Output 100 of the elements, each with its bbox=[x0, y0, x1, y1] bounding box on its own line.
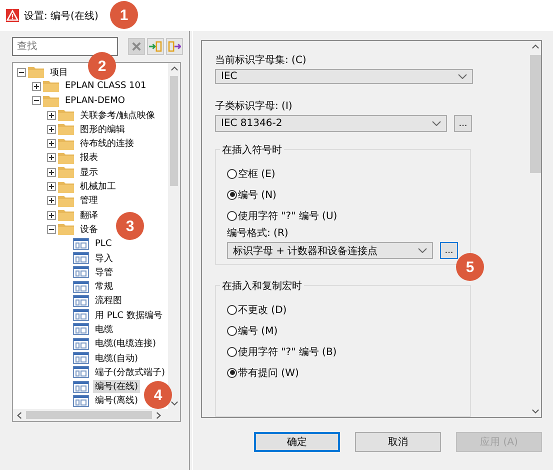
chevron-down-icon[interactable] bbox=[532, 409, 538, 414]
expander-icon[interactable] bbox=[32, 82, 41, 91]
radio-button[interactable] bbox=[227, 210, 237, 221]
export-icon bbox=[168, 40, 181, 52]
export-button[interactable] bbox=[166, 38, 183, 54]
tree-item[interactable]: EPLAN-DEMO bbox=[63, 96, 127, 106]
page-icon bbox=[73, 380, 89, 393]
folder-icon bbox=[43, 94, 59, 107]
window-title: 设置: 编号(在线) bbox=[24, 10, 98, 22]
tree-item[interactable]: 待布线的连接 bbox=[78, 137, 136, 150]
page-icon bbox=[73, 352, 89, 364]
import-button[interactable] bbox=[147, 38, 164, 54]
tree-item[interactable]: 电缆 bbox=[93, 322, 115, 336]
expander-icon[interactable] bbox=[32, 96, 41, 106]
chevron-up-icon[interactable] bbox=[532, 44, 538, 49]
tree-item[interactable]: EPLAN CLASS 101 bbox=[63, 81, 148, 92]
radio-button[interactable] bbox=[227, 326, 237, 336]
expander-icon[interactable] bbox=[47, 153, 56, 162]
radio-button[interactable] bbox=[227, 190, 237, 200]
expander-icon[interactable] bbox=[47, 139, 56, 148]
folder-icon bbox=[58, 194, 74, 207]
field-label: 编号格式: (R) bbox=[227, 228, 288, 240]
radio-button[interactable] bbox=[227, 304, 237, 315]
tree-item[interactable]: 机械加工 bbox=[78, 180, 118, 194]
letter-set-dropdown[interactable]: IEC bbox=[215, 69, 473, 84]
dialog-button[interactable]: 取消 bbox=[355, 432, 441, 452]
format-dropdown[interactable]: 标识字母 + 计数器和设备连接点 bbox=[227, 242, 433, 260]
scrollbar[interactable] bbox=[168, 63, 180, 409]
close-icon bbox=[132, 42, 141, 50]
step-badge: 5 bbox=[456, 253, 484, 281]
tree-item[interactable]: 翻译 bbox=[78, 208, 100, 222]
tree-item[interactable]: 编号(在线) bbox=[93, 380, 140, 394]
expander-icon[interactable] bbox=[47, 224, 56, 234]
clear-button[interactable] bbox=[128, 38, 145, 54]
import-icon bbox=[149, 40, 162, 52]
chevron-right-icon[interactable] bbox=[156, 412, 161, 418]
browse-button[interactable]: ... bbox=[454, 115, 472, 132]
page-icon bbox=[73, 323, 89, 336]
tree-item[interactable]: 关联参考/触点映像 bbox=[78, 108, 158, 122]
tree-item[interactable]: 图形的编辑 bbox=[78, 122, 127, 136]
expander-icon[interactable] bbox=[47, 110, 56, 120]
subclass-dropdown[interactable]: IEC 81346-2 bbox=[215, 115, 447, 132]
dialog-button[interactable]: 确定 bbox=[254, 432, 340, 452]
tree-item[interactable]: 显示 bbox=[78, 166, 100, 179]
chevron-down-icon bbox=[458, 74, 467, 80]
page-icon bbox=[73, 366, 89, 378]
chevron-down-icon bbox=[432, 121, 441, 126]
tree-item[interactable]: 设备 bbox=[78, 222, 100, 236]
tree-item[interactable]: 端子(分散式端子) bbox=[93, 366, 168, 379]
tree-item[interactable]: 项目 bbox=[48, 66, 70, 79]
tree-item[interactable]: 常规 bbox=[93, 280, 115, 294]
page-icon bbox=[73, 309, 89, 322]
expander-icon[interactable] bbox=[47, 124, 56, 134]
radio-button[interactable] bbox=[227, 168, 237, 179]
radio-button[interactable] bbox=[227, 368, 237, 378]
group-title: 在插入和复制宏时 bbox=[220, 279, 304, 294]
folder-icon bbox=[58, 166, 74, 178]
folder-icon bbox=[58, 123, 74, 136]
chevron-down-icon bbox=[418, 248, 427, 254]
radio-button[interactable] bbox=[227, 346, 237, 357]
browse-button[interactable]: ... bbox=[440, 242, 458, 260]
tree-item[interactable]: 编号(离线) bbox=[93, 394, 140, 408]
chevron-left-icon[interactable] bbox=[17, 412, 22, 418]
tree-item[interactable]: PLC bbox=[93, 238, 114, 249]
tree-item[interactable]: 电缆(自动) bbox=[93, 352, 140, 365]
radio-label[interactable]: 编号 (N) bbox=[238, 188, 276, 202]
radio-label[interactable]: 空框 (E) bbox=[238, 166, 276, 181]
scrollbar-thumb[interactable] bbox=[530, 55, 540, 173]
page-icon bbox=[73, 238, 89, 250]
warning-icon bbox=[6, 9, 19, 22]
radio-label[interactable]: 不更改 (D) bbox=[238, 302, 287, 317]
tree-item[interactable]: 电缆(电缆连接) bbox=[93, 337, 158, 350]
radio-label[interactable]: 使用字符 "?" 编号 (U) bbox=[238, 208, 338, 223]
radio-label[interactable]: 使用字符 "?" 编号 (B) bbox=[238, 344, 337, 359]
search-field[interactable]: 查找 bbox=[12, 36, 118, 56]
expander-icon[interactable] bbox=[47, 210, 56, 220]
folder-icon bbox=[28, 66, 44, 78]
tree-item[interactable]: 流程图 bbox=[93, 294, 124, 308]
expander-icon[interactable] bbox=[47, 196, 56, 206]
page-icon bbox=[73, 266, 89, 278]
folder-icon bbox=[58, 180, 74, 193]
expander-icon[interactable] bbox=[17, 68, 26, 77]
expander-icon[interactable] bbox=[47, 182, 56, 192]
group-title: 在插入符号时 bbox=[220, 143, 284, 158]
chevron-up-icon[interactable] bbox=[170, 66, 178, 71]
tree-item[interactable]: 管理 bbox=[78, 194, 100, 208]
scrollbar-thumb[interactable] bbox=[170, 76, 178, 186]
tree-item[interactable]: 导管 bbox=[93, 266, 115, 279]
chevron-down-icon[interactable] bbox=[170, 401, 178, 406]
tree-item[interactable]: 报表 bbox=[78, 151, 100, 164]
field-label: 当前标识字母集: (C) bbox=[215, 54, 306, 67]
radio-label[interactable]: 带有提问 (W) bbox=[238, 366, 299, 380]
expander-icon[interactable] bbox=[47, 168, 56, 177]
tree-item[interactable]: 导入 bbox=[93, 252, 115, 264]
page-icon bbox=[73, 294, 89, 307]
scrollbar-thumb[interactable] bbox=[26, 411, 152, 419]
radio-label[interactable]: 编号 (M) bbox=[238, 324, 278, 338]
horizontal-scrollbar[interactable] bbox=[13, 409, 180, 421]
folder-icon bbox=[58, 223, 74, 236]
tree-item[interactable]: 用 PLC 数据编号 bbox=[93, 308, 164, 322]
